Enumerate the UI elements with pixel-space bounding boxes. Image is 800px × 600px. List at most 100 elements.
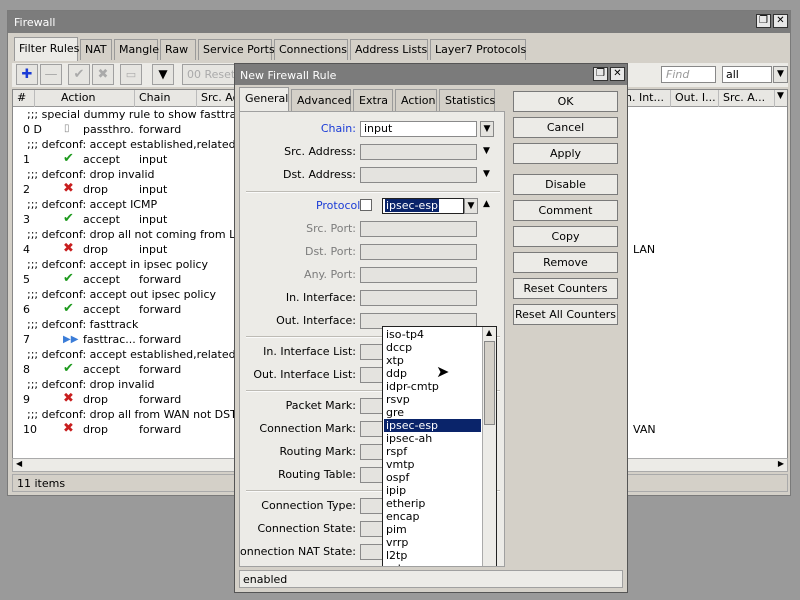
scroll-up-icon[interactable]: ▲ bbox=[486, 328, 492, 337]
drop-icon: ✖ bbox=[63, 393, 74, 406]
tab-connections[interactable]: Connections bbox=[274, 39, 348, 60]
protocol-option[interactable]: etherip bbox=[384, 497, 481, 510]
restore-icon[interactable]: ❐ bbox=[756, 14, 771, 28]
dst-address-input[interactable] bbox=[360, 167, 477, 183]
rule-in-interface bbox=[629, 183, 669, 198]
tab-mangle[interactable]: Mangle bbox=[114, 39, 159, 60]
protocol-option[interactable]: iso-tp4 bbox=[384, 328, 481, 341]
rule-number: 6 bbox=[23, 303, 30, 316]
protocol-collapse-icon[interactable]: ▲ bbox=[483, 199, 490, 209]
comment-button[interactable]: Comment bbox=[513, 200, 618, 221]
dialog-tab-extra[interactable]: Extra bbox=[353, 89, 393, 111]
tab-filter-rules[interactable]: Filter Rules bbox=[14, 37, 79, 61]
remove-icon[interactable]: — bbox=[40, 64, 62, 85]
rule-number: 4 bbox=[23, 243, 30, 256]
protocol-label: Protocol: bbox=[315, 199, 364, 212]
remove-button[interactable]: Remove bbox=[513, 252, 618, 273]
src-address-input[interactable] bbox=[360, 144, 477, 160]
protocol-option[interactable]: encap bbox=[384, 510, 481, 523]
enable-icon[interactable]: ✔ bbox=[68, 64, 90, 85]
protocol-option[interactable]: gre bbox=[384, 406, 481, 419]
protocol-option[interactable]: l2tp bbox=[384, 549, 481, 562]
src-port-input[interactable] bbox=[360, 221, 477, 237]
tab-service-ports[interactable]: Service Ports bbox=[198, 39, 275, 60]
close-icon[interactable]: ✕ bbox=[773, 14, 788, 28]
rule-action-cell: ▶▶ fasttrac... bbox=[57, 333, 135, 348]
dialog-tab-statistics[interactable]: Statistics bbox=[439, 89, 495, 111]
rule-number: 1 bbox=[23, 153, 30, 166]
protocol-option[interactable]: ipip bbox=[384, 484, 481, 497]
dropdown-scrollbar[interactable]: ▲ ▼ bbox=[482, 327, 496, 566]
tab-address-lists[interactable]: Address Lists bbox=[350, 39, 428, 60]
column-menu-icon[interactable]: ▼ bbox=[775, 90, 787, 107]
dialog-restore-icon[interactable]: ❐ bbox=[593, 67, 608, 81]
protocol-option[interactable]: vmtp bbox=[384, 458, 481, 471]
cancel-button[interactable]: Cancel bbox=[513, 117, 618, 138]
rule-comment: ;;; defconf: fasttrack bbox=[27, 318, 139, 331]
dialog-tab-general[interactable]: General bbox=[239, 87, 289, 112]
dialog-tab-advanced[interactable]: Advanced bbox=[291, 89, 351, 111]
tab-nat[interactable]: NAT bbox=[80, 39, 112, 60]
rule-comment: ;;; defconf: drop invalid bbox=[27, 378, 155, 391]
disable-icon[interactable]: ✖ bbox=[92, 64, 114, 85]
copy-button[interactable]: Copy bbox=[513, 226, 618, 247]
apply-button[interactable]: Apply bbox=[513, 143, 618, 164]
tab-raw[interactable]: Raw bbox=[160, 39, 196, 60]
protocol-negate-checkbox[interactable] bbox=[360, 199, 372, 211]
find-input[interactable]: Find bbox=[661, 66, 716, 83]
ok-button[interactable]: OK bbox=[513, 91, 618, 112]
add-icon[interactable]: ✚ bbox=[16, 64, 38, 85]
in-interface-input[interactable] bbox=[360, 290, 477, 306]
col-in-interface[interactable]: n. Int... bbox=[621, 90, 671, 107]
protocol-input[interactable]: ipsec-esp bbox=[382, 198, 464, 214]
protocol-option[interactable]: xtp bbox=[384, 354, 481, 367]
col-num[interactable]: # bbox=[13, 90, 35, 107]
src-address-dropdown-icon[interactable]: ▼ bbox=[483, 146, 490, 156]
rule-action: drop bbox=[83, 393, 108, 406]
rule-action-cell: ✔ accept bbox=[57, 273, 135, 288]
rule-comment: ;;; defconf: accept out ipsec policy bbox=[27, 288, 217, 301]
rule-action-cell: ✔ accept bbox=[57, 213, 135, 228]
protocol-option[interactable]: sctp bbox=[384, 562, 481, 566]
protocol-option[interactable]: rsvp bbox=[384, 393, 481, 406]
protocol-option[interactable]: dccp bbox=[384, 341, 481, 354]
tab-layer7-protocols[interactable]: Layer7 Protocols bbox=[430, 39, 526, 60]
col-out-interface[interactable]: Out. I... bbox=[671, 90, 719, 107]
protocol-option[interactable]: ipsec-esp bbox=[384, 419, 481, 432]
reset-all-counters-button[interactable]: Reset All Counters bbox=[513, 304, 618, 325]
rule-action-cell: ✖ drop bbox=[57, 183, 135, 198]
dropdown-scroll-thumb[interactable] bbox=[484, 341, 495, 425]
filter-dropdown-icon[interactable]: ▼ bbox=[773, 66, 788, 83]
protocol-option[interactable]: ipsec-ah bbox=[384, 432, 481, 445]
col-chain[interactable]: Chain bbox=[135, 90, 197, 107]
protocol-option[interactable]: pim bbox=[384, 523, 481, 536]
rule-comment: ;;; defconf: accept established,related,… bbox=[27, 348, 261, 361]
scroll-left-icon[interactable]: ◀ bbox=[16, 459, 22, 468]
protocol-option[interactable]: vrrp bbox=[384, 536, 481, 549]
protocol-option[interactable]: idpr-cmtp bbox=[384, 380, 481, 393]
rule-chain: forward bbox=[139, 393, 182, 406]
chain-input[interactable]: input bbox=[360, 121, 477, 137]
rule-chain: forward bbox=[139, 363, 182, 376]
dialog-close-icon[interactable]: ✕ bbox=[610, 67, 625, 81]
protocol-option[interactable]: ospf bbox=[384, 471, 481, 484]
col-src-address-list[interactable]: Src. A... bbox=[719, 90, 775, 107]
comment-icon[interactable]: ▭ bbox=[120, 64, 142, 85]
filter-icon[interactable]: ▼ bbox=[152, 64, 174, 85]
protocol-option[interactable]: ddp bbox=[384, 367, 481, 380]
protocol-option[interactable]: rspf bbox=[384, 445, 481, 458]
rule-number: 7 bbox=[23, 333, 30, 346]
reset-counters-button[interactable]: Reset Counters bbox=[513, 278, 618, 299]
in-interface-label: In. Interface: bbox=[285, 291, 356, 304]
protocol-dropdown-icon[interactable]: ▼ bbox=[464, 198, 478, 214]
dst-address-dropdown-icon[interactable]: ▼ bbox=[483, 169, 490, 179]
reset-counters-button[interactable]: 00 Reset C bbox=[182, 64, 238, 85]
scroll-right-icon[interactable]: ▶ bbox=[778, 459, 784, 468]
disable-button[interactable]: Disable bbox=[513, 174, 618, 195]
dst-port-input[interactable] bbox=[360, 244, 477, 260]
filter-select[interactable]: all bbox=[722, 66, 772, 83]
any-port-input[interactable] bbox=[360, 267, 477, 283]
col-action[interactable]: Action bbox=[57, 90, 135, 107]
dialog-tab-action[interactable]: Action bbox=[395, 89, 437, 111]
chain-dropdown-icon[interactable]: ▼ bbox=[480, 121, 494, 137]
